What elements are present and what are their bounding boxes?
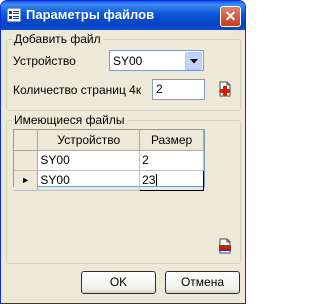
close-icon: ✕: [224, 8, 237, 24]
table-row-current[interactable]: ► SY00 23: [14, 169, 204, 191]
add-file-icon: [219, 81, 231, 97]
row-indicator-cell[interactable]: [14, 150, 39, 171]
device-label: Устройство: [13, 54, 76, 68]
device-cell[interactable]: SY00: [37, 170, 141, 191]
device-select-value: SY00: [113, 54, 143, 68]
header-indicator-cell: [14, 130, 39, 151]
delete-file-button[interactable]: [214, 235, 236, 257]
title-bar[interactable]: Параметры файлов ✕: [1, 1, 245, 30]
existing-files-group-title: Имеющиеся файлы: [12, 113, 127, 127]
chevron-down-icon: [190, 59, 198, 64]
size-cell-editor[interactable]: 23: [139, 169, 204, 191]
close-button[interactable]: ✕: [220, 6, 241, 27]
pages-count-input[interactable]: 2: [152, 79, 205, 100]
size-cell-value: 23: [142, 173, 156, 187]
table-header-row: Устройство Размер: [14, 130, 204, 151]
row-indicator-cell[interactable]: ►: [14, 170, 39, 191]
file-parameters-dialog: Параметры файлов ✕ Добавить файл Устройс…: [0, 0, 246, 304]
device-select-dropdown-button[interactable]: [185, 52, 202, 70]
pages-count-label: Количество страниц 4к: [13, 83, 142, 97]
delete-file-icon: [219, 238, 231, 254]
device-select[interactable]: SY00: [109, 50, 204, 71]
app-icon: [7, 8, 21, 22]
device-cell[interactable]: SY00: [37, 150, 141, 171]
add-file-group-title: Добавить файл: [12, 32, 103, 46]
add-file-button[interactable]: [214, 78, 236, 100]
size-cell[interactable]: 2: [139, 150, 204, 171]
column-header-device[interactable]: Устройство: [37, 130, 141, 151]
files-table: Устройство Размер SY00 2 ► SY00 23: [14, 130, 204, 191]
column-header-size[interactable]: Размер: [139, 130, 204, 151]
table-row[interactable]: SY00 2: [14, 150, 204, 171]
ok-button[interactable]: OK: [81, 271, 156, 294]
current-row-icon: ►: [21, 175, 31, 185]
text-caret: [156, 174, 158, 186]
window-title: Параметры файлов: [26, 7, 155, 22]
files-grid[interactable]: Устройство Размер SY00 2 ► SY00 23: [13, 129, 205, 191]
cancel-button[interactable]: Отмена: [165, 271, 240, 294]
